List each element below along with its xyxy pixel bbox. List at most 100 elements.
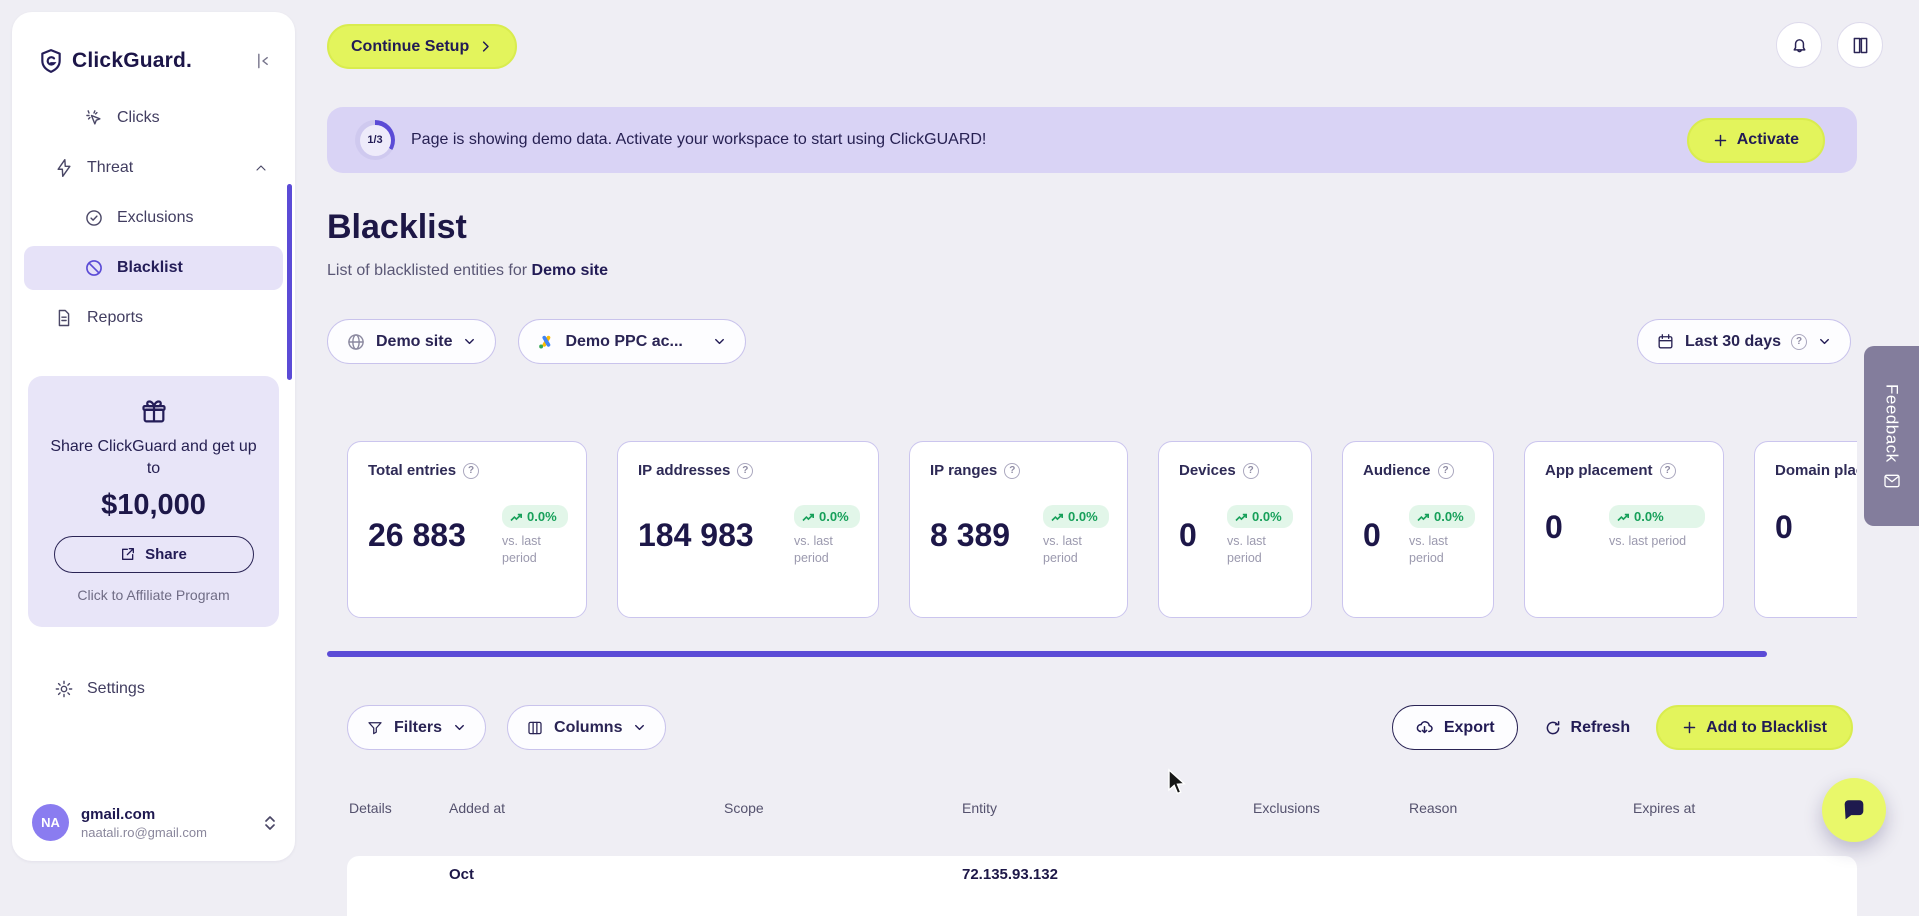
trend-up-icon xyxy=(1417,513,1429,521)
stat-caption: vs. last period xyxy=(502,534,541,565)
setup-progress-label: 1/3 xyxy=(359,124,391,156)
trend-badge: 0.0% xyxy=(1609,505,1705,528)
book-icon xyxy=(1853,37,1867,53)
help-icon[interactable]: ? xyxy=(1791,333,1807,350)
sidebar-nav: Clicks Threat Exclusions Blacklist Repor… xyxy=(12,96,295,340)
plus-icon xyxy=(1683,721,1696,734)
lightning-icon xyxy=(57,158,71,178)
page-title: Blacklist xyxy=(327,208,467,246)
setup-progress-ring: 1/3 xyxy=(355,120,395,160)
globe-icon xyxy=(348,333,364,350)
activate-button[interactable]: Activate xyxy=(1686,117,1825,163)
continue-setup-button[interactable]: Continue Setup xyxy=(327,24,518,69)
chevron-down-icon xyxy=(465,338,475,345)
stat-label: IP ranges xyxy=(930,462,998,479)
stat-value: 184 983 xyxy=(638,517,754,554)
shield-check-icon xyxy=(86,210,102,226)
select-chevrons-icon[interactable] xyxy=(263,814,277,832)
nav-label: Settings xyxy=(87,680,145,697)
sidebar-collapse-icon[interactable] xyxy=(253,51,273,71)
bell-icon xyxy=(1793,38,1805,52)
notifications-button[interactable] xyxy=(1776,22,1822,68)
document-icon xyxy=(58,309,70,327)
col-header-entity[interactable]: Entity xyxy=(960,800,1251,816)
ppc-account-selector[interactable]: Demo PPC ac... xyxy=(518,319,747,364)
sidebar-item-clicks[interactable]: Clicks xyxy=(12,96,295,140)
google-ads-icon xyxy=(539,335,551,348)
col-header-reason[interactable]: Reason xyxy=(1407,800,1631,816)
help-icon[interactable]: ? xyxy=(1004,462,1021,479)
cloud-download-icon xyxy=(1416,721,1433,734)
trend-up-icon xyxy=(510,513,522,521)
site-selector[interactable]: Demo site xyxy=(327,319,497,364)
trend-badge: 0.0% xyxy=(502,505,568,528)
sidebar-item-threat[interactable]: Threat xyxy=(12,146,295,190)
trend-badge: 0.0% xyxy=(1227,505,1293,528)
feedback-tab[interactable]: Feedback xyxy=(1864,346,1919,526)
external-link-icon xyxy=(122,548,135,561)
sidebar-scrollbar[interactable] xyxy=(287,184,292,380)
share-label: Share xyxy=(145,545,187,563)
feedback-label: Feedback xyxy=(1882,383,1902,463)
stat-caption: vs. last period xyxy=(1227,534,1266,565)
help-icon[interactable]: ? xyxy=(737,462,754,479)
col-header-details[interactable]: Details xyxy=(347,800,447,816)
stat-label: Audience xyxy=(1363,462,1431,479)
chevron-down-icon xyxy=(455,724,464,731)
avatar: NA xyxy=(32,804,69,841)
date-range-selector[interactable]: Last 30 days ? xyxy=(1636,319,1851,364)
promo-text: Share ClickGuard and get up to xyxy=(50,438,257,478)
help-icon[interactable]: ? xyxy=(463,462,480,479)
columns-button[interactable]: Columns xyxy=(507,705,667,750)
add-to-blacklist-button[interactable]: Add to Blacklist xyxy=(1656,705,1853,750)
col-header-exclusions[interactable]: Exclusions xyxy=(1251,800,1407,816)
funnel-icon xyxy=(368,721,382,734)
col-header-scope[interactable]: Scope xyxy=(722,800,960,816)
help-icon[interactable]: ? xyxy=(1437,462,1454,479)
stat-card-app-placement: App placement? 0 0.0% vs. last period xyxy=(1524,441,1724,618)
nav-label: Threat xyxy=(87,159,134,176)
export-button[interactable]: Export xyxy=(1391,705,1518,750)
chevron-down-icon xyxy=(635,724,645,731)
affiliate-promo-card: Share ClickGuard and get up to $10,000 S… xyxy=(28,376,279,627)
export-label: Export xyxy=(1443,718,1495,736)
docs-button[interactable] xyxy=(1837,22,1883,68)
col-header-added-at[interactable]: Added at xyxy=(447,800,722,816)
chevron-up-icon[interactable] xyxy=(253,160,269,176)
stat-label: App placement xyxy=(1545,462,1653,479)
table-row[interactable]: Oct 72.135.93.132 xyxy=(347,856,1857,916)
trend-up-icon xyxy=(1617,513,1629,521)
chevron-down-icon xyxy=(715,338,725,345)
user-menu[interactable]: NA gmail.com naatali.ro@gmail.com xyxy=(32,804,277,841)
filters-button[interactable]: Filters xyxy=(347,705,487,750)
trend-up-icon xyxy=(1051,513,1063,521)
user-meta: gmail.com naatali.ro@gmail.com xyxy=(81,806,207,840)
sidebar-header: ClickGuard. xyxy=(12,12,295,74)
sidebar-item-settings[interactable]: Settings xyxy=(12,667,295,711)
block-icon xyxy=(86,260,102,276)
stat-caption: vs. last period xyxy=(1043,534,1082,565)
trend-badge: 0.0% xyxy=(794,505,860,528)
refresh-button[interactable]: Refresh xyxy=(1544,719,1630,737)
share-button[interactable]: Share xyxy=(53,535,254,573)
row-added-at: Oct xyxy=(449,866,475,883)
help-icon[interactable]: ? xyxy=(1242,462,1259,479)
trend-badge: 0.0% xyxy=(1409,505,1475,528)
sidebar: ClickGuard. Clicks Threat Exclusions Bla… xyxy=(12,12,295,861)
help-icon[interactable]: ? xyxy=(1659,462,1676,479)
stat-value: 0 xyxy=(1545,508,1563,545)
sidebar-item-reports[interactable]: Reports xyxy=(12,296,295,340)
stat-label: Domain placement xyxy=(1775,462,1857,479)
chat-widget-button[interactable] xyxy=(1822,778,1886,842)
affiliate-program-link[interactable]: Click to Affiliate Program xyxy=(46,587,261,603)
user-name: gmail.com xyxy=(81,805,156,823)
brand-name: ClickGuard. xyxy=(72,49,193,72)
sidebar-item-blacklist[interactable]: Blacklist xyxy=(24,246,283,290)
sidebar-item-exclusions[interactable]: Exclusions xyxy=(12,196,295,240)
trend-up-icon xyxy=(1235,513,1247,521)
horizontal-scrollbar[interactable] xyxy=(327,651,1767,657)
toolbar-right: Export Refresh Add to Blacklist xyxy=(1391,705,1857,750)
table-header-row: Details Added at Scope Entity Exclusions… xyxy=(347,800,1857,816)
arrow-right-icon xyxy=(483,41,489,52)
stat-card-domain-placement: Domain placement? 0 0.0% vs. last period xyxy=(1754,441,1857,618)
